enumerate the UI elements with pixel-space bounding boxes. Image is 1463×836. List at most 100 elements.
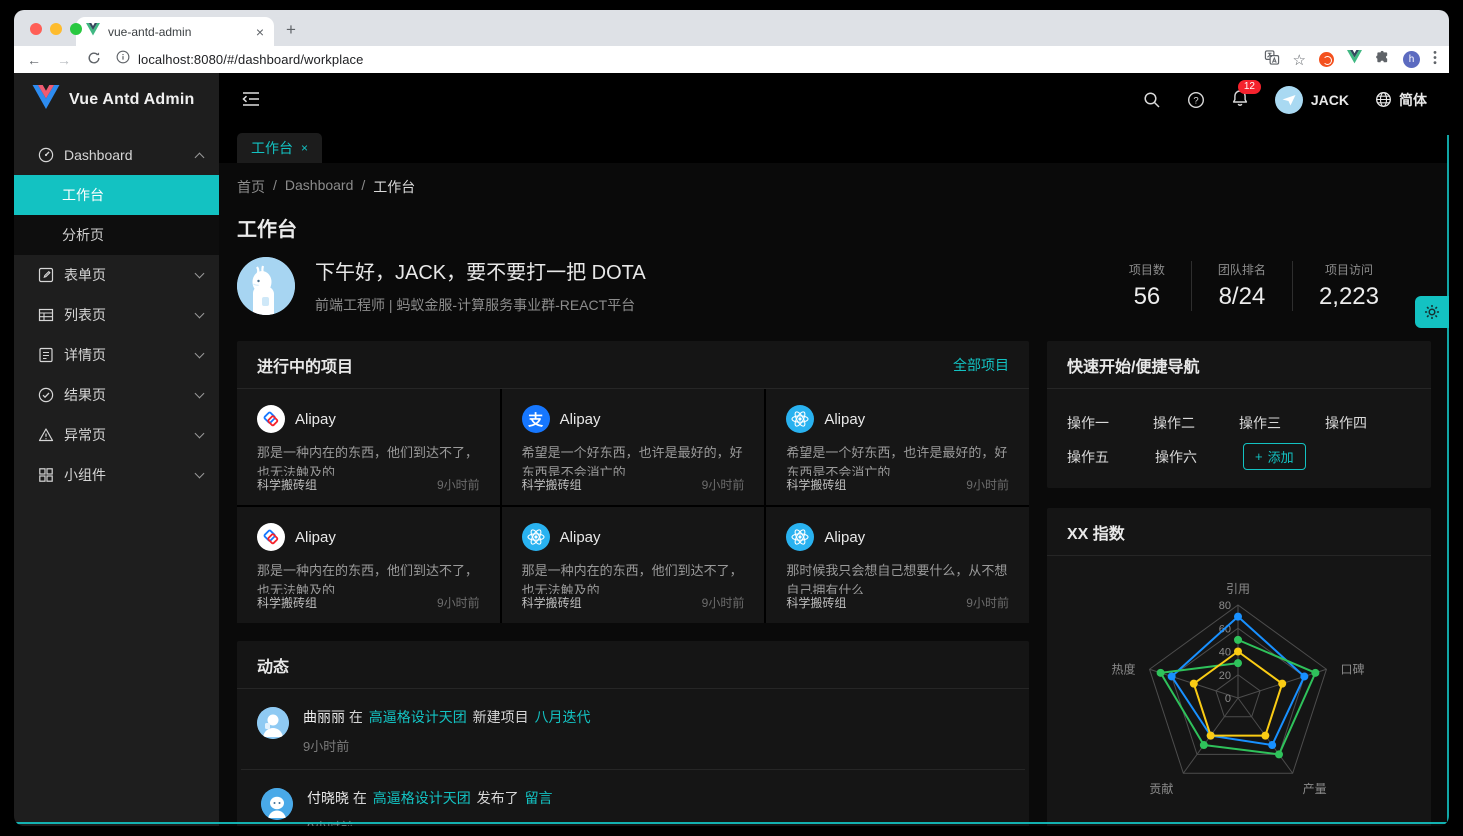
url-field[interactable]: localhost:8080/#/dashboard/workplace — [116, 50, 1250, 69]
project-group-link[interactable]: 科学搬砖组 — [522, 594, 582, 611]
project-time: 9小时前 — [702, 476, 745, 493]
stat-label: 项目访问 — [1319, 261, 1379, 278]
app-header: ? 12 JACK — [219, 73, 1449, 127]
new-tab-button[interactable]: + — [286, 20, 296, 40]
project-desc: 希望是一个好东西，也许是最好的，好东西是不会消亡的 — [522, 443, 745, 476]
sidebar-item-label: 列表页 — [64, 305, 186, 325]
browser-tab[interactable]: vue-antd-admin × — [76, 17, 274, 46]
quicknav-link[interactable]: 操作四 — [1325, 413, 1411, 433]
svg-text:热度: 热度 — [1112, 661, 1136, 676]
kebab-menu-icon[interactable] — [1433, 50, 1437, 70]
sidebar-item-dashboard[interactable]: Dashboard — [14, 135, 219, 175]
translate-icon[interactable] — [1264, 50, 1280, 70]
project-tile[interactable]: 支Alipay希望是一个好东西，也许是最好的，好东西是不会消亡的科学搬砖组9小时… — [502, 389, 765, 505]
quicknav-link[interactable]: 操作三 — [1239, 413, 1325, 433]
sidebar-item-workplace[interactable]: 工作台 — [14, 175, 219, 215]
sidebar-subitem-label: 工作台 — [62, 185, 104, 205]
tab-close-icon[interactable]: × — [256, 25, 264, 39]
tab-close-icon[interactable]: × — [301, 141, 308, 155]
sidebar-item-form[interactable]: 表单页 — [14, 255, 219, 295]
extension-orange-icon[interactable] — [1319, 52, 1334, 67]
scrollbar-horizontal[interactable] — [14, 822, 1449, 824]
activity-target-link[interactable]: 留言 — [525, 790, 553, 806]
project-footer: 科学搬砖组 9小时前 — [522, 476, 745, 493]
close-window-button[interactable] — [30, 23, 42, 35]
scrollbar-vertical[interactable] — [1447, 135, 1449, 824]
theme-settings-button[interactable] — [1415, 296, 1449, 328]
project-name[interactable]: Alipay — [560, 529, 601, 546]
project-time: 9小时前 — [966, 476, 1009, 493]
activity-action: 新建项目 — [473, 709, 529, 725]
all-projects-link[interactable]: 全部项目 — [953, 355, 1009, 375]
activity-target-link[interactable]: 八月迭代 — [535, 709, 591, 725]
breadcrumb: 首页/ Dashboard/ 工作台 — [237, 177, 1431, 197]
activity-team-link[interactable]: 高逼格设计天团 — [373, 790, 471, 806]
back-icon[interactable]: ← — [26, 52, 42, 68]
radar-chart: 020406080引用口碑产量贡献热度 — [1047, 570, 1431, 818]
app-logo[interactable]: Vue Antd Admin — [14, 73, 219, 127]
search-icon[interactable] — [1143, 91, 1161, 109]
maximize-window-button[interactable] — [70, 23, 82, 35]
sidebar-item-detail[interactable]: 详情页 — [14, 335, 219, 375]
help-icon[interactable]: ? — [1187, 91, 1205, 109]
quicknav-link[interactable]: 操作二 — [1153, 413, 1239, 433]
project-tile[interactable]: Alipay那是一种内在的东西，他们到达不了，也无法触及的科学搬砖组9小时前 — [237, 507, 500, 623]
right-column: 快速开始/便捷导航 操作一 操作二 操作三 操作四 — [1047, 341, 1431, 826]
gear-icon — [1423, 303, 1441, 321]
sidebar-item-label: 异常页 — [64, 425, 186, 445]
project-tile[interactable]: Alipay那是一种内在的东西，他们到达不了，也无法触及的科学搬砖组9小时前 — [237, 389, 500, 505]
language-switcher[interactable]: 简体 — [1375, 90, 1427, 110]
project-footer: 科学搬砖组9小时前 — [257, 594, 480, 611]
project-name[interactable]: Alipay — [824, 411, 865, 428]
browser-profile-avatar[interactable]: h — [1403, 51, 1420, 68]
stat-label: 项目数 — [1129, 261, 1165, 278]
quicknav-link[interactable]: 操作一 — [1067, 413, 1153, 433]
info-icon[interactable] — [116, 50, 130, 69]
sidebar-item-exception[interactable]: 异常页 — [14, 415, 219, 455]
project-name[interactable]: Alipay — [295, 411, 336, 428]
project-name[interactable]: Alipay — [560, 411, 601, 428]
sidebar-item-analysis[interactable]: 分析页 — [14, 215, 219, 255]
breadcrumb-current: 工作台 — [373, 177, 415, 197]
forward-icon[interactable]: → — [56, 52, 72, 68]
svg-text:20: 20 — [1219, 670, 1231, 682]
activity-user[interactable]: 曲丽丽 — [303, 709, 345, 725]
reload-icon[interactable] — [86, 51, 102, 68]
project-name[interactable]: Alipay — [295, 529, 336, 546]
sidebar-item-label: 详情页 — [64, 345, 186, 365]
minimize-window-button[interactable] — [50, 23, 62, 35]
project-tile[interactable]: Alipay希望是一个好东西，也许是最好的，好东西是不会消亡的科学搬砖组9小时前 — [766, 389, 1029, 505]
extensions-puzzle-icon[interactable] — [1375, 50, 1390, 70]
sidebar-item-result[interactable]: 结果页 — [14, 375, 219, 415]
form-icon — [38, 267, 54, 283]
user-menu[interactable]: JACK — [1275, 86, 1349, 114]
breadcrumb-home[interactable]: 首页 — [237, 177, 265, 197]
activity-text: 曲丽丽 在 高逼格设计天团 新建项目 八月迭代 — [303, 707, 593, 727]
project-group-link[interactable]: 科学搬砖组 — [786, 476, 846, 493]
sidebar-item-list[interactable]: 列表页 — [14, 295, 219, 335]
project-group-link[interactable]: 科学搬砖组 — [522, 476, 582, 493]
bookmark-star-icon[interactable]: ☆ — [1293, 51, 1306, 69]
project-group-link[interactable]: 科学搬砖组 — [257, 594, 317, 611]
breadcrumb-dashboard[interactable]: Dashboard — [285, 177, 354, 197]
extension-vue-icon[interactable] — [1347, 50, 1362, 69]
menu-fold-icon[interactable] — [241, 90, 261, 110]
add-button[interactable]: + 添加 — [1243, 443, 1306, 470]
svg-text:产量: 产量 — [1303, 782, 1327, 796]
browser-addressbar: ← → localhost:8080/#/dashboard/workplace… — [14, 46, 1449, 73]
notification-bell[interactable]: 12 — [1231, 89, 1249, 112]
project-time: 9小时前 — [966, 594, 1009, 611]
quicknav-card-header: 快速开始/便捷导航 — [1047, 341, 1431, 389]
sidebar-item-widgets[interactable]: 小组件 — [14, 455, 219, 495]
project-name[interactable]: Alipay — [824, 529, 865, 546]
project-group-link[interactable]: 科学搬砖组 — [257, 476, 317, 493]
sidebar-item-label: Dashboard — [64, 147, 186, 163]
page-tab-workplace[interactable]: 工作台 × — [237, 133, 322, 163]
project-tile[interactable]: Alipay那是一种内在的东西，他们到达不了，也无法触及的科学搬砖组9小时前 — [502, 507, 765, 623]
activity-team-link[interactable]: 高逼格设计天团 — [369, 709, 467, 725]
quicknav-link[interactable]: 操作五 — [1067, 447, 1155, 467]
project-tile[interactable]: Alipay那时候我只会想自己想要什么，从不想自己拥有什么科学搬砖组9小时前 — [766, 507, 1029, 623]
project-group-link[interactable]: 科学搬砖组 — [786, 594, 846, 611]
activity-user[interactable]: 付晓晓 — [307, 790, 349, 806]
quicknav-link[interactable]: 操作六 — [1155, 447, 1243, 467]
